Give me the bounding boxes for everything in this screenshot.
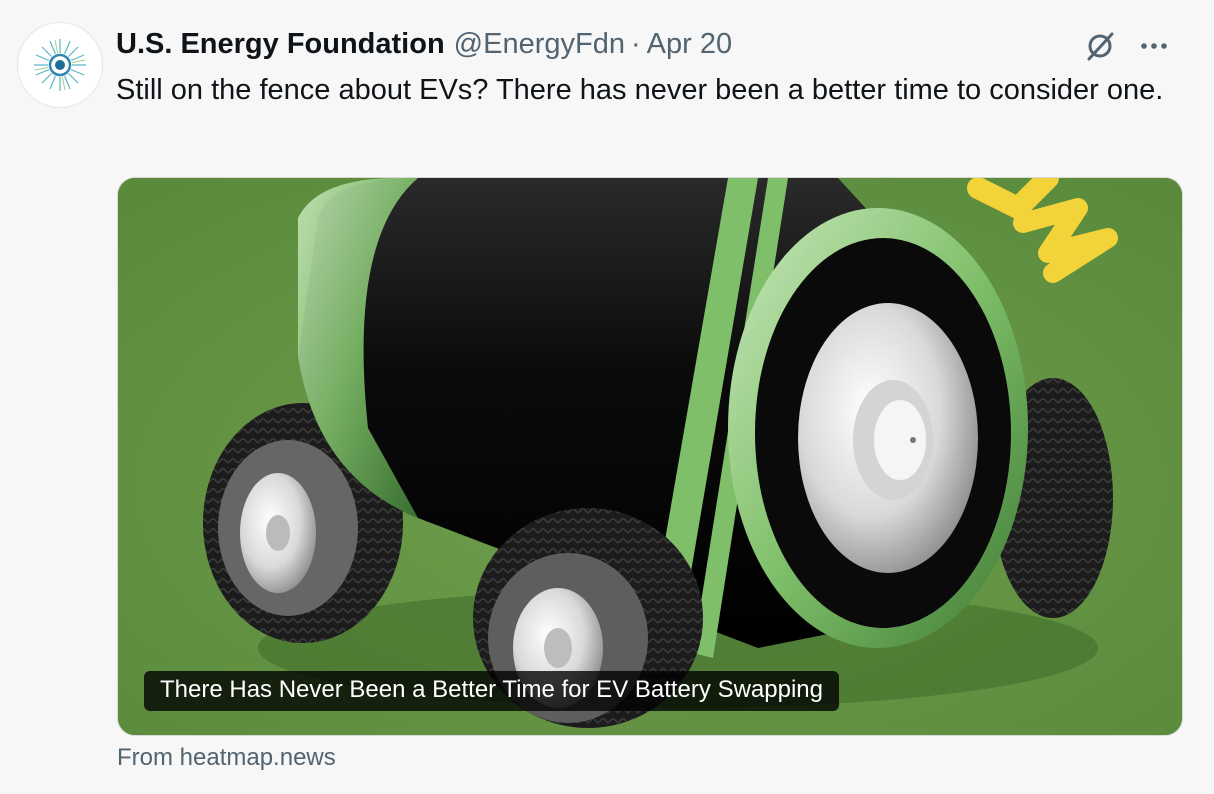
post-date[interactable]: Apr 20 bbox=[647, 28, 732, 61]
author-handle[interactable]: @EnergyFdn bbox=[454, 28, 625, 61]
battery-car-image bbox=[118, 178, 1182, 735]
card-caption: There Has Never Been a Better Time for E… bbox=[144, 671, 839, 711]
card-source-link[interactable]: From heatmap.news bbox=[117, 744, 336, 772]
grok-icon[interactable] bbox=[1082, 28, 1118, 64]
author-name[interactable]: U.S. Energy Foundation bbox=[116, 28, 445, 61]
separator-dot: · bbox=[630, 27, 641, 60]
tweet-actions bbox=[1082, 28, 1172, 64]
tweet-header: U.S. Energy Foundation @EnergyFdn · Apr … bbox=[116, 26, 1184, 62]
energy-foundation-logo-icon bbox=[34, 39, 86, 91]
tweet-text: Still on the fence about EVs? There has … bbox=[116, 74, 1164, 106]
tweet[interactable]: U.S. Energy Foundation @EnergyFdn · Apr … bbox=[0, 0, 1214, 794]
more-options-icon[interactable] bbox=[1136, 28, 1172, 64]
avatar[interactable] bbox=[17, 22, 103, 108]
link-card[interactable]: There Has Never Been a Better Time for E… bbox=[117, 177, 1183, 736]
